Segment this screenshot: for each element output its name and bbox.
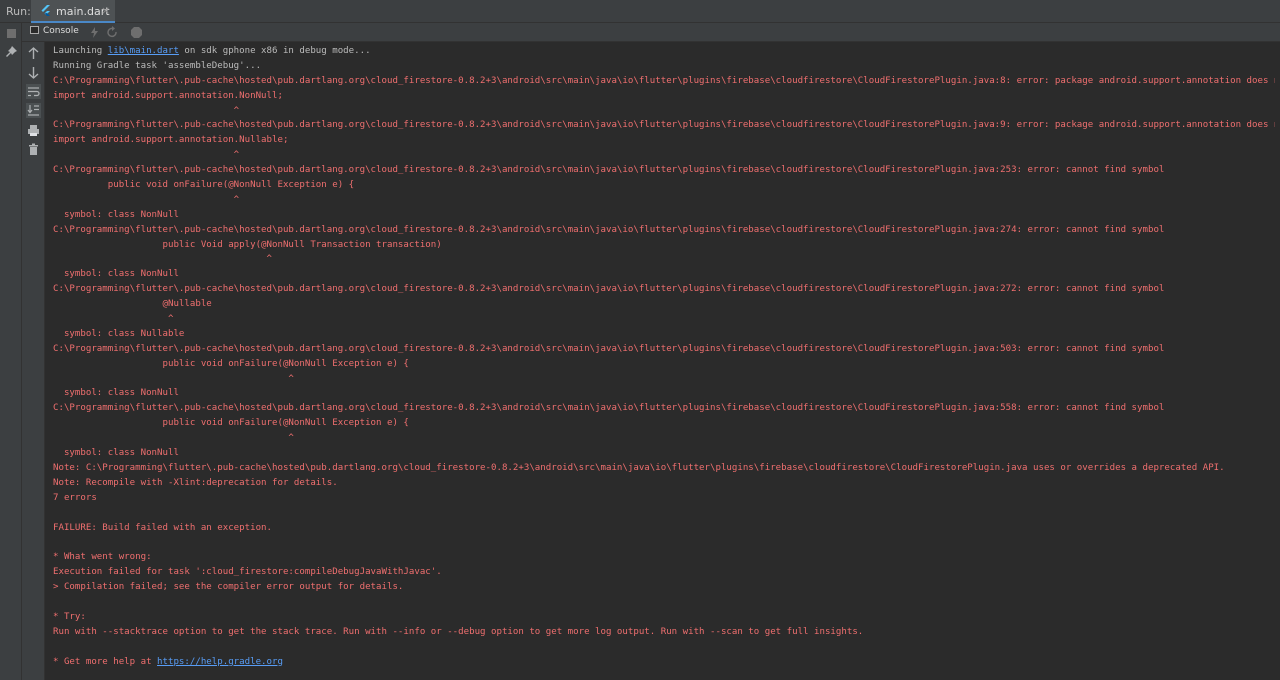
- arrow-down-icon[interactable]: [26, 65, 41, 80]
- console-line: C:\Programming\flutter\.pub-cache\hosted…: [53, 284, 1165, 295]
- console-line: import android.support.annotation.NonNul…: [53, 90, 283, 101]
- console-line: public void onFailure(@NonNull Exception…: [53, 418, 409, 429]
- console-line-gradle-task: Running Gradle task 'assembleDebug'...: [53, 60, 262, 71]
- console-line: C:\Programming\flutter\.pub-cache\hosted…: [53, 165, 1165, 176]
- run-gutter: [0, 23, 22, 680]
- console-line: ^: [53, 254, 272, 265]
- console-line-help: * Get more help at https://help.gradle.o…: [53, 655, 1275, 670]
- console-line: C:\Programming\flutter\.pub-cache\hosted…: [53, 75, 1275, 86]
- console-line: C:\Programming\flutter\.pub-cache\hosted…: [53, 120, 1275, 131]
- lightning-icon[interactable]: [88, 26, 101, 39]
- console-line: ^: [53, 373, 294, 384]
- pin-icon[interactable]: [5, 45, 18, 58]
- scroll-to-end-icon[interactable]: [26, 103, 41, 118]
- stop-icon[interactable]: [130, 26, 143, 39]
- console-line: ^: [53, 150, 240, 161]
- console-tab-label: Console: [43, 26, 79, 36]
- console-line: C:\Programming\flutter\.pub-cache\hosted…: [53, 343, 1165, 354]
- console-line: @Nullable: [53, 299, 212, 310]
- console-line: symbol: class NonNull: [53, 388, 179, 399]
- console-line: ^: [53, 194, 240, 205]
- console-line: C:\Programming\flutter\.pub-cache\hosted…: [53, 224, 1165, 235]
- flutter-icon: [41, 5, 50, 16]
- console-output[interactable]: Launching lib\main.dart on sdk gphone x8…: [53, 44, 1275, 669]
- console-line: import android.support.annotation.Nullab…: [53, 135, 289, 146]
- console-line: symbol: class NonNull: [53, 448, 179, 459]
- trash-icon[interactable]: [26, 142, 41, 157]
- close-tab-icon[interactable]: ×: [101, 4, 110, 17]
- console-line: Note: C:\Programming\flutter\.pub-cache\…: [53, 462, 1225, 473]
- console-line: symbol: class NonNull: [53, 269, 179, 280]
- help-prefix: * Get more help at: [53, 656, 158, 667]
- console-line: * What went wrong:: [53, 552, 152, 563]
- console-line-launching: Launching lib\main.dart on sdk gphone x8…: [53, 44, 1275, 59]
- tab-console[interactable]: Console: [30, 26, 79, 36]
- console-line: Run with --stacktrace option to get the …: [53, 626, 864, 637]
- console-line: 7 errors: [53, 492, 97, 503]
- console-line: symbol: class Nullable: [53, 328, 185, 339]
- soft-wrap-icon[interactable]: [26, 84, 41, 99]
- reload-icon[interactable]: [106, 26, 119, 39]
- console-line: ^: [53, 433, 294, 444]
- console-line: public Void apply(@NonNull Transaction t…: [53, 239, 442, 250]
- print-icon[interactable]: [26, 123, 41, 138]
- console-line: C:\Programming\flutter\.pub-cache\hosted…: [53, 403, 1165, 414]
- stop-square-icon[interactable]: [5, 27, 18, 40]
- console-line: > Compilation failed; see the compiler e…: [53, 582, 404, 593]
- console-line: * Try:: [53, 611, 86, 622]
- console-line: Note: Recompile with -Xlint:deprecation …: [53, 477, 338, 488]
- console-line: public void onFailure(@NonNull Exception…: [53, 358, 409, 369]
- console-line: FAILURE: Build failed with an exception.: [53, 522, 272, 533]
- console-toolbar: Console: [22, 23, 1280, 42]
- tab-main-dart[interactable]: main.dart ×: [31, 0, 115, 23]
- gradle-help-link[interactable]: https://help.gradle.org: [157, 657, 283, 667]
- console-line: Execution failed for task ':cloud_firest…: [53, 567, 442, 578]
- console-line: ^: [53, 314, 174, 325]
- arrow-up-icon[interactable]: [26, 46, 41, 61]
- run-label: Run:: [6, 5, 31, 18]
- main-dart-link[interactable]: lib\main.dart: [108, 46, 179, 56]
- console-side-toolbar: [22, 42, 45, 680]
- console-line: ^: [53, 105, 240, 116]
- console-line: public void onFailure(@NonNull Exception…: [53, 180, 355, 191]
- console-line: symbol: class NonNull: [53, 209, 179, 220]
- launch-suffix: on sdk gphone x86 in debug mode...: [178, 46, 371, 56]
- console-icon: [30, 26, 39, 34]
- launch-prefix: Launching: [53, 46, 108, 56]
- run-tool-window-tabbar: Run: main.dart ×: [0, 0, 1280, 23]
